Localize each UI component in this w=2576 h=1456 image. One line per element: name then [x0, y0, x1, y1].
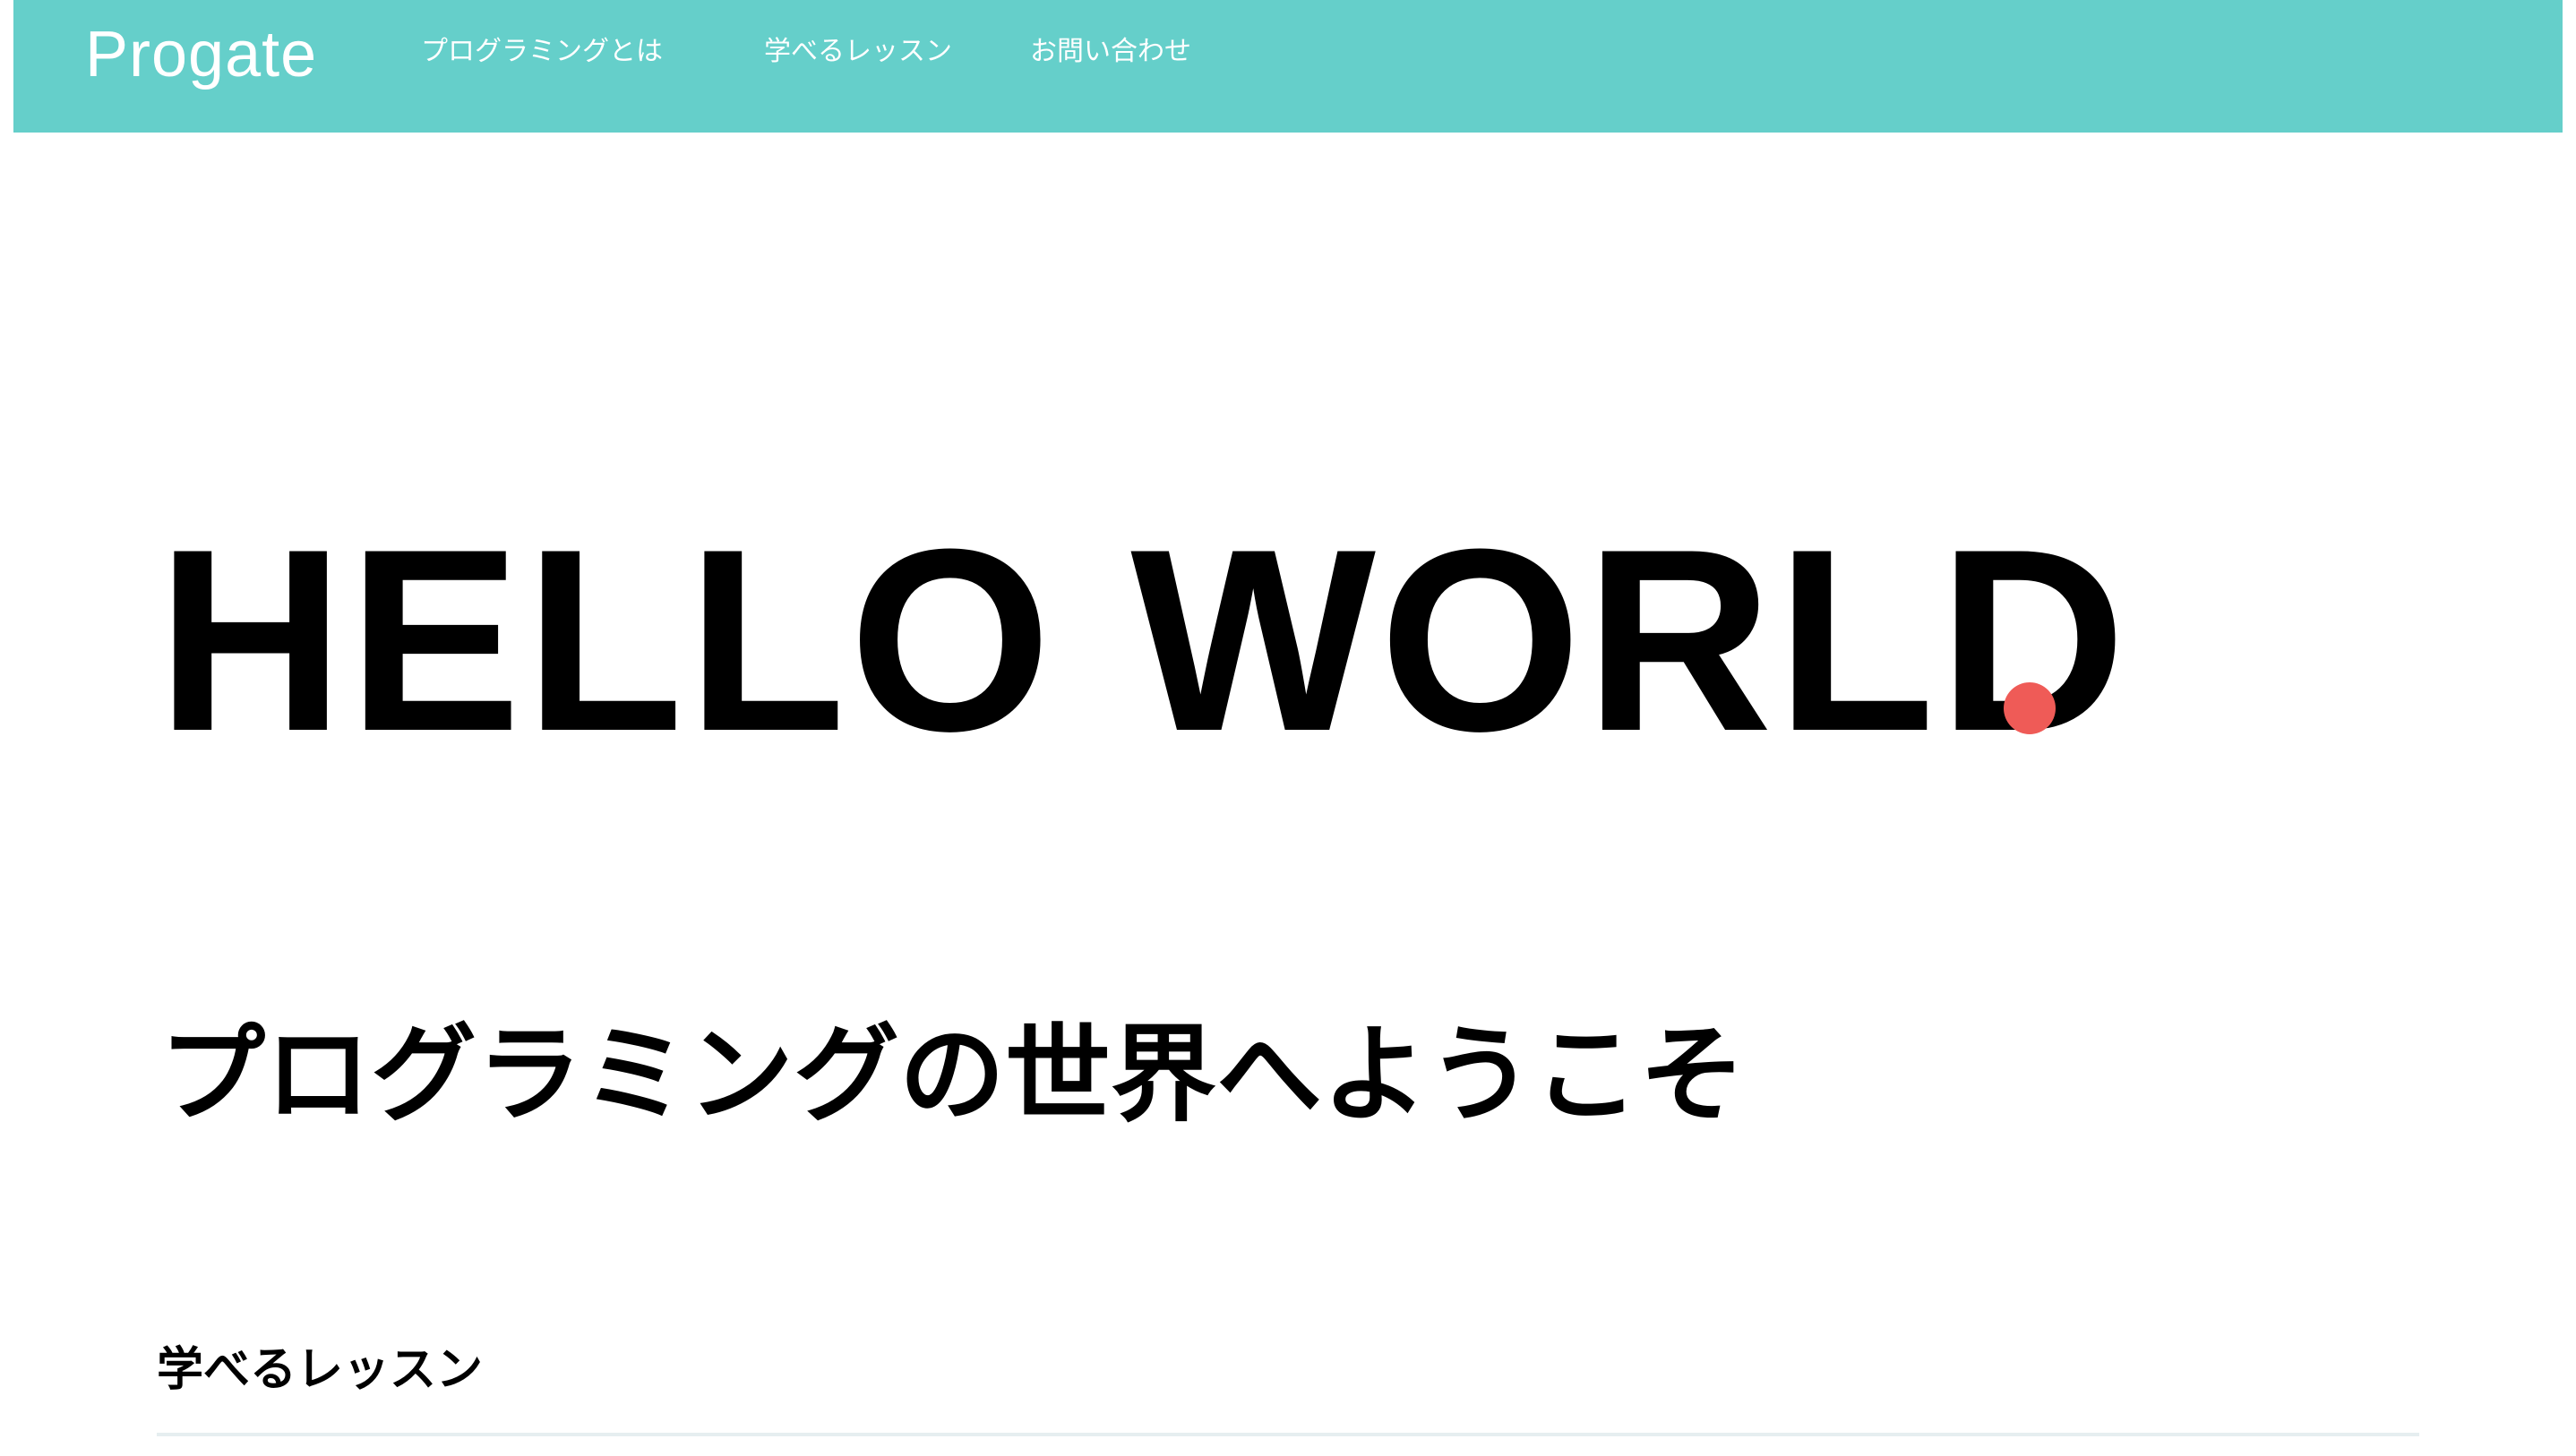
logo-link[interactable]: Progate [85, 14, 317, 95]
hero-title: HELLO WORLD [157, 495, 2130, 785]
site-header: Progate プログラミングとは 学べるレッスン お問い合わせ [13, 0, 2563, 133]
hero-subtitle: プログラミングの世界へようこそ [159, 1013, 1746, 1136]
nav-item-about-programming[interactable]: プログラミングとは [421, 34, 663, 70]
hero-title-dot [2004, 682, 2056, 734]
lessons-section-heading: 学べるレッスン [157, 1343, 484, 1397]
nav-item-lessons[interactable]: 学べるレッスン [764, 34, 952, 70]
nav-item-contact[interactable]: お問い合わせ [1030, 34, 1191, 70]
section-divider [157, 1433, 2419, 1436]
page: Progate プログラミングとは 学べるレッスン お問い合わせ HELLO W… [0, 0, 2576, 1456]
